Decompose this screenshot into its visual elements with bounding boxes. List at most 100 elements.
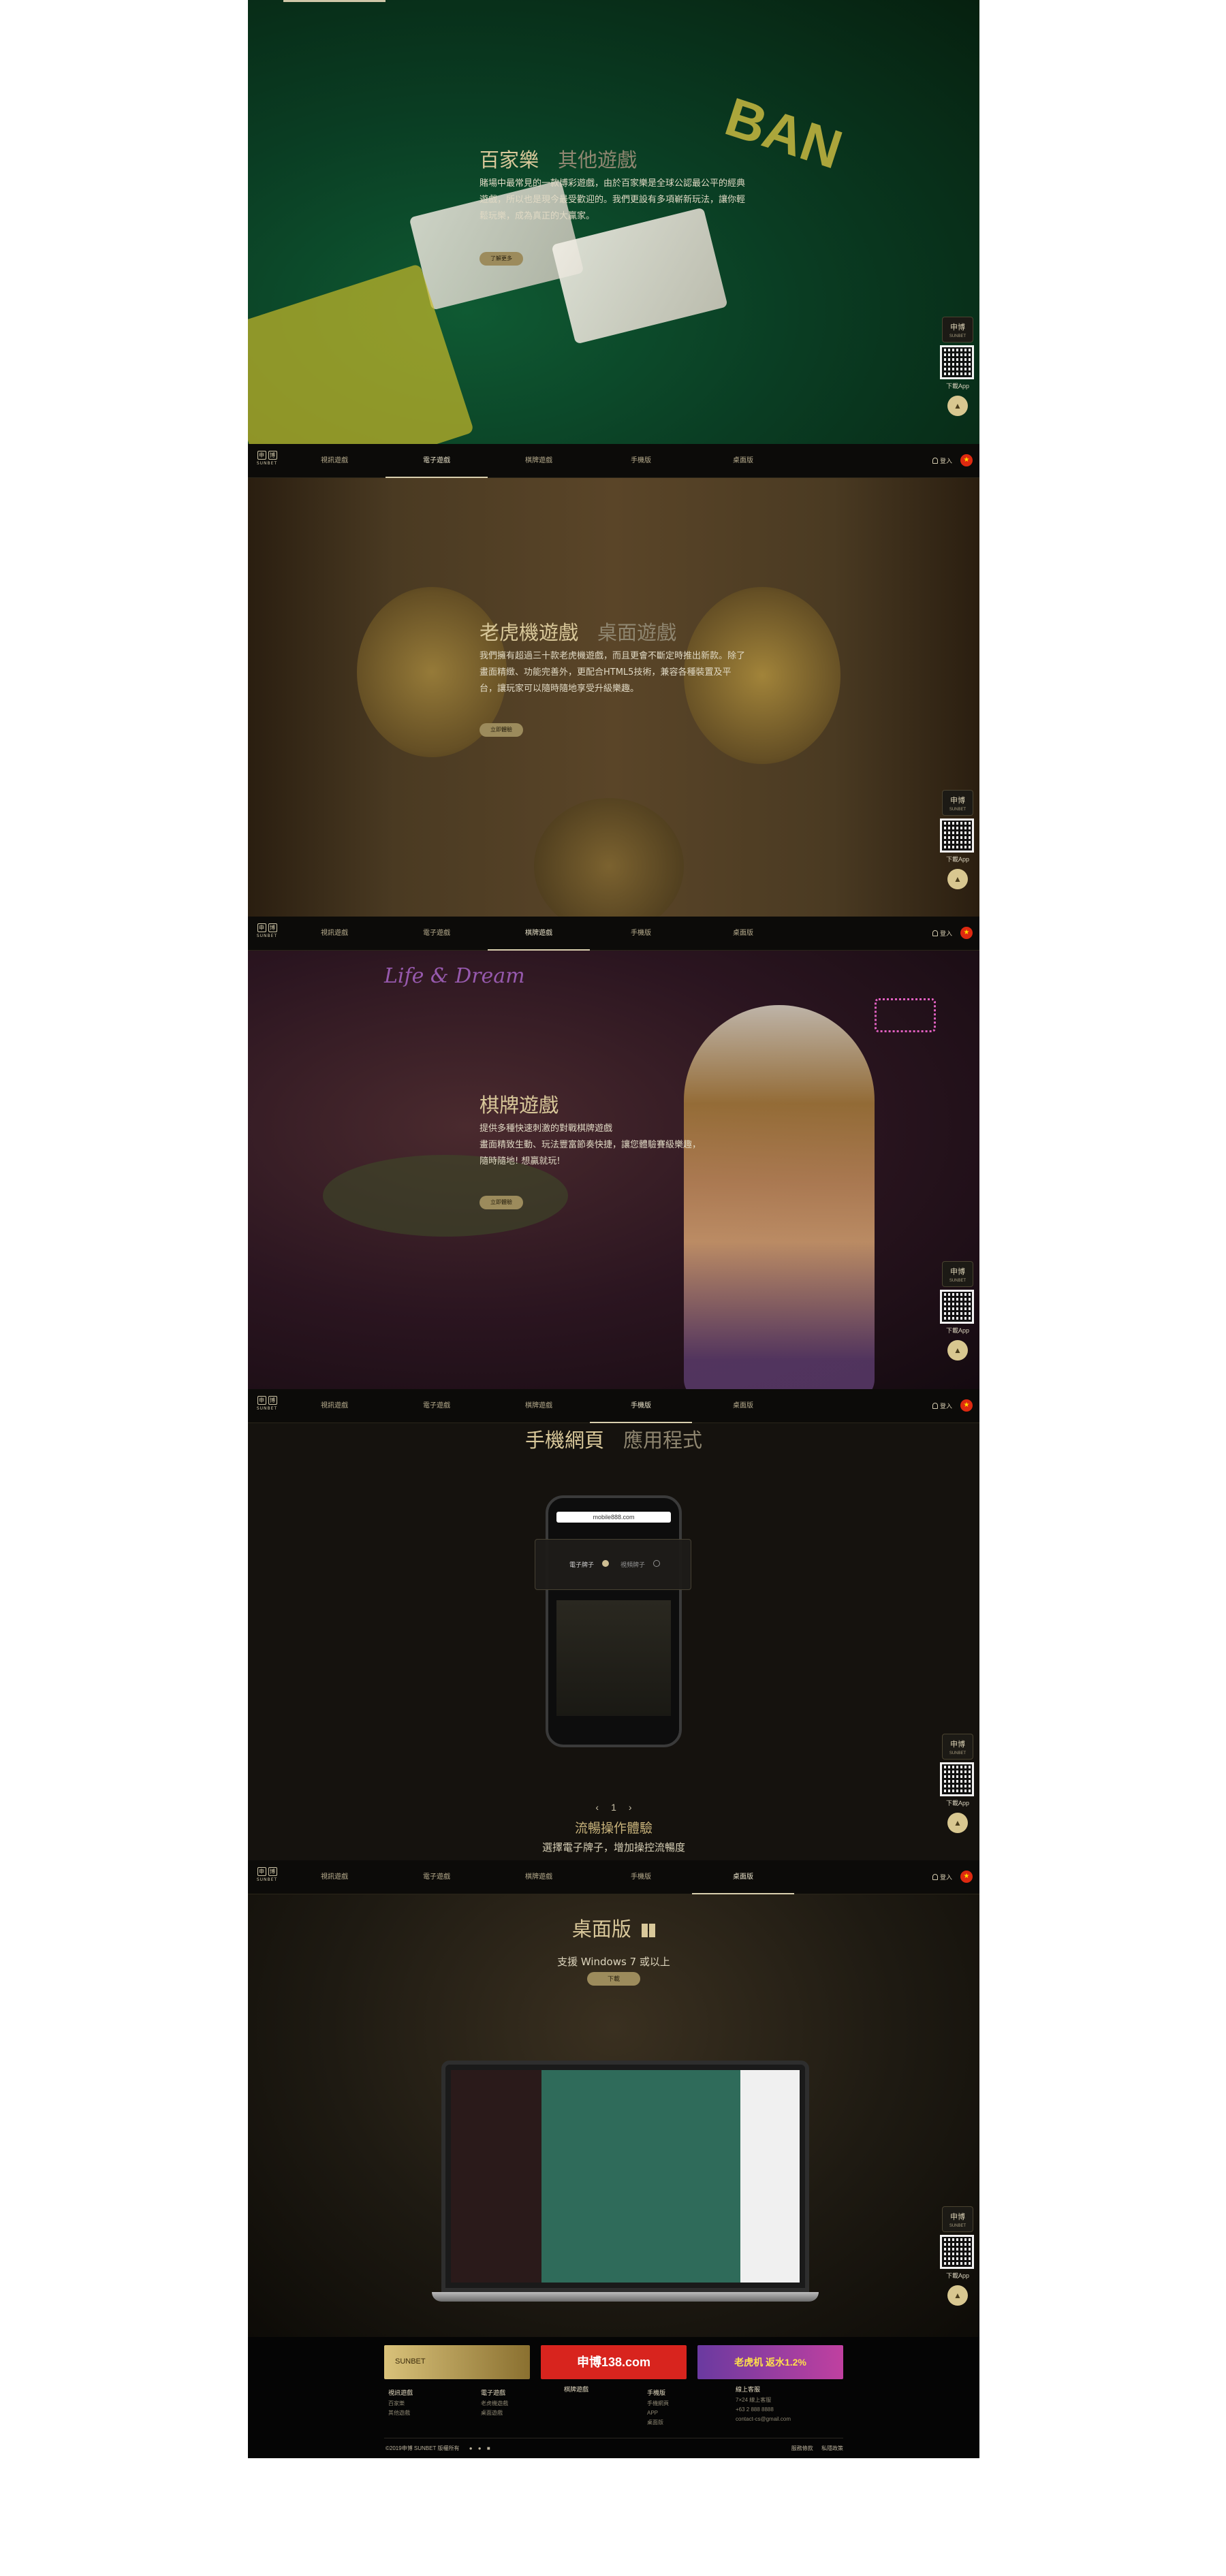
nav-item-desktop[interactable]: 桌面版 — [692, 917, 794, 951]
nav-item-slots[interactable]: 電子遊戲 — [386, 444, 488, 478]
footer-support-chat[interactable]: 7×24 線上客服 — [736, 2396, 791, 2405]
back-to-top-button[interactable]: ▲ — [947, 869, 968, 889]
terms-link[interactable]: 服務條款 — [791, 2445, 813, 2451]
qr-code — [940, 818, 974, 853]
nav-logo[interactable]: 申博 SUNBET — [253, 451, 281, 471]
next-arrow-icon[interactable]: › — [629, 1802, 632, 1813]
footer-col-mobile: 手機版 手機網頁 APP 桌面版 — [647, 2388, 669, 2428]
china-flag-icon[interactable]: ★ — [960, 454, 973, 466]
footer-support-email[interactable]: contact-cs@gmail.com — [736, 2415, 791, 2424]
nav-item-live[interactable]: 視訊遊戲 — [283, 444, 386, 478]
phone-mockup: mobile888.com 電子牌子 視頻牌子 — [535, 1495, 691, 1747]
footer-link[interactable]: 桌面遊戲 — [481, 2408, 508, 2418]
pager: ‹ 1 › — [248, 1802, 979, 1813]
login-button[interactable]: 登入 — [932, 929, 952, 938]
copyright: ©2019申博 SUNBET 版權所有 ● ● ■ — [386, 2445, 490, 2451]
nav-item-chess[interactable]: 棋牌遊戲 — [488, 1860, 590, 1894]
footer-col-support: 線上客服 7×24 線上客服 +63 2 888 8888 contact-cs… — [736, 2385, 791, 2424]
slots-try-button[interactable]: 立即體驗 — [480, 723, 523, 737]
download-button[interactable]: 下載 — [587, 1972, 640, 1986]
footer-link[interactable]: 老虎機遊戲 — [481, 2399, 508, 2408]
qr-code — [940, 345, 974, 379]
site-frame: BAN 百家樂 其他遊戲 賭場中最常見的一款博彩遊戲，由於百家樂是全球公認最公平的… — [248, 0, 979, 2458]
nav-item-chess[interactable]: 棋牌遊戲 — [488, 917, 590, 951]
top-progress-line — [283, 0, 386, 2]
nav-item-slots[interactable]: 電子遊戲 — [386, 1860, 488, 1894]
side-logo[interactable]: 申博 SUNBET — [942, 1261, 973, 1287]
nav-item-live[interactable]: 視訊遊戲 — [283, 917, 386, 951]
side-logo[interactable]: 申博 SUNBET — [942, 2206, 973, 2232]
radio-selected-icon[interactable] — [602, 1560, 609, 1567]
android-icon[interactable]: ● — [478, 2445, 482, 2451]
nav-item-chess[interactable]: 棋牌遊戲 — [488, 444, 590, 478]
nav-item-live[interactable]: 視訊遊戲 — [283, 1860, 386, 1894]
nav-item-desktop[interactable]: 桌面版 — [692, 1860, 794, 1894]
side-logo[interactable]: 申博 SUNBET — [942, 317, 973, 343]
login-button[interactable]: 登入 — [932, 456, 952, 465]
side-logo[interactable]: 申博 SUNBET — [942, 1734, 973, 1760]
footer-link[interactable]: 桌面版 — [647, 2418, 669, 2428]
nav-item-mobile[interactable]: 手機版 — [590, 444, 692, 478]
baccarat-more-button[interactable]: 了解更多 — [480, 252, 523, 266]
prev-arrow-icon[interactable]: ‹ — [595, 1802, 599, 1813]
nav-item-slots[interactable]: 電子遊戲 — [386, 917, 488, 951]
footer-link[interactable]: 其他遊戲 — [388, 2408, 413, 2418]
footer-heading[interactable]: 棋牌遊戲 — [564, 2385, 588, 2394]
china-flag-icon[interactable]: ★ — [960, 927, 973, 939]
title-main[interactable]: 棋牌遊戲 — [480, 1094, 559, 1117]
title-alt[interactable]: 其他遊戲 — [558, 148, 637, 172]
nav-item-desktop[interactable]: 桌面版 — [692, 444, 794, 478]
playing-card-right — [551, 207, 728, 345]
nav-logo[interactable]: 申博 SUNBET — [253, 923, 281, 944]
tab-mobile-web[interactable]: 手機網頁 — [525, 1429, 604, 1452]
qr-code — [940, 2235, 974, 2269]
back-to-top-button[interactable]: ▲ — [947, 1813, 968, 1833]
title-alt[interactable]: 桌面遊戲 — [597, 621, 676, 644]
apple-icon[interactable]: ● — [469, 2445, 473, 2451]
windows-icon[interactable]: ■ — [487, 2445, 490, 2451]
gold-coin-bottom — [534, 798, 684, 917]
promo-banner-rebate[interactable]: 老虎机 返水1.2% — [697, 2345, 843, 2379]
radio-unselected-icon[interactable] — [653, 1560, 660, 1567]
promo-banner-sunbet[interactable]: SUNBET — [384, 2345, 530, 2379]
nav-item-desktop[interactable]: 桌面版 — [692, 1389, 794, 1423]
phone-option-electronic[interactable]: 電子牌子 — [569, 1560, 594, 1569]
back-to-top-button[interactable]: ▲ — [947, 1340, 968, 1361]
footer-link[interactable]: APP — [647, 2408, 669, 2418]
nav-item-slots[interactable]: 電子遊戲 — [386, 1389, 488, 1423]
desktop-section: 桌面版 支援 Windows 7 或以上 下載 申博 SUNBET 下載App ▲ — [248, 1894, 979, 2337]
nav-item-chess[interactable]: 棋牌遊戲 — [488, 1389, 590, 1423]
page-number: 1 — [611, 1802, 616, 1813]
footer-col-chess: 棋牌遊戲 — [564, 2385, 588, 2396]
nav-item-mobile[interactable]: 手機版 — [590, 1860, 692, 1894]
nav-logo[interactable]: 申博 SUNBET — [253, 1396, 281, 1416]
phone-game-board — [556, 1600, 671, 1716]
desc-line: 隨時隨地! 想贏就玩! — [480, 1156, 561, 1166]
china-flag-icon[interactable]: ★ — [960, 1871, 973, 1883]
back-to-top-button[interactable]: ▲ — [947, 2285, 968, 2306]
promo-banner-138[interactable]: 申博138.com — [541, 2345, 687, 2379]
nav-item-mobile[interactable]: 手機版 — [590, 917, 692, 951]
footer: SUNBET 申博138.com 老虎机 返水1.2% 視訊遊戲 百家樂 其他遊… — [248, 2337, 979, 2458]
login-button[interactable]: 登入 — [932, 1401, 952, 1410]
footer-col-live: 視訊遊戲 百家樂 其他遊戲 — [388, 2388, 413, 2418]
desktop-title: 桌面版 — [571, 1918, 631, 1941]
tab-app[interactable]: 應用程式 — [623, 1429, 702, 1452]
title-main[interactable]: 百家樂 — [480, 148, 539, 172]
chess-try-button[interactable]: 立即體驗 — [480, 1196, 523, 1209]
navbar: 申博 SUNBET 視訊遊戲 電子遊戲 棋牌遊戲 手機版 桌面版 登入 ★ — [248, 1389, 979, 1423]
footer-link[interactable]: 百家樂 — [388, 2399, 413, 2408]
nav-item-live[interactable]: 視訊遊戲 — [283, 1389, 386, 1423]
privacy-link[interactable]: 私隱政策 — [821, 2445, 843, 2451]
nav-item-mobile[interactable]: 手機版 — [590, 1389, 692, 1423]
side-logo[interactable]: 申博 SUNBET — [942, 790, 973, 816]
qr-label: 下載App — [945, 1800, 969, 1807]
china-flag-icon[interactable]: ★ — [960, 1399, 973, 1412]
phone-option-video[interactable]: 視頻牌子 — [620, 1560, 645, 1569]
footer-link[interactable]: 手機網頁 — [647, 2399, 669, 2408]
footer-heading: 電子遊戲 — [481, 2389, 506, 2396]
nav-logo[interactable]: 申博 SUNBET — [253, 1867, 281, 1888]
login-button[interactable]: 登入 — [932, 1873, 952, 1881]
back-to-top-button[interactable]: ▲ — [947, 396, 968, 416]
title-main[interactable]: 老虎機遊戲 — [480, 621, 578, 644]
